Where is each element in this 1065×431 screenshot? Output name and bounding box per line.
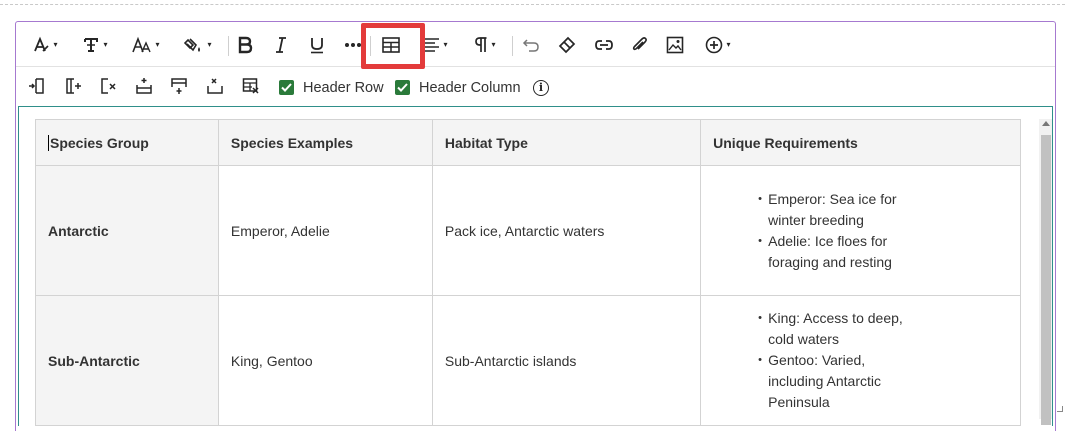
font-type-button[interactable]: ▾ <box>78 33 112 57</box>
resize-handle[interactable] <box>1057 406 1063 412</box>
requirements-list: King: Access to deep, cold waters Gentoo… <box>713 308 1008 413</box>
undo-button[interactable] <box>520 33 542 57</box>
bold-button[interactable] <box>234 33 256 57</box>
delete-row-button[interactable] <box>205 77 225 100</box>
delete-column-icon <box>99 77 117 100</box>
chevron-down-icon: ▾ <box>726 40 731 49</box>
link-button[interactable] <box>593 33 615 57</box>
list-item: Emperor: Sea ice for winter breeding <box>758 189 908 231</box>
chevron-down-icon: ▾ <box>103 40 108 49</box>
table-toolbar: Header Row Header Column i <box>16 68 1055 106</box>
table-button-highlight <box>361 23 425 69</box>
text-style-button[interactable]: ▾ <box>28 33 62 57</box>
table-cell[interactable]: Sub-Antarctic islands <box>431 295 702 426</box>
italic-icon <box>274 36 288 54</box>
table-cell[interactable]: King, Gentoo <box>217 295 433 426</box>
row-header-cell[interactable]: Antarctic <box>35 165 219 296</box>
font-type-icon <box>82 36 100 54</box>
clear-format-button[interactable] <box>556 33 578 57</box>
check-icon <box>281 83 292 92</box>
underline-icon <box>309 36 325 54</box>
table-cell[interactable]: Emperor, Adelie <box>217 165 433 296</box>
delete-row-icon <box>206 77 224 100</box>
insert-column-before-button[interactable] <box>27 77 47 100</box>
text-color-icon <box>184 36 204 54</box>
chevron-down-icon: ▾ <box>491 40 496 49</box>
vertical-scrollbar[interactable] <box>1039 119 1052 425</box>
info-icon[interactable]: i <box>533 80 549 96</box>
delete-table-icon <box>242 77 260 100</box>
image-icon <box>666 36 684 54</box>
header-column-checkbox[interactable] <box>395 80 410 95</box>
insert-column-after-icon <box>64 77 82 100</box>
header-row-checkbox[interactable] <box>279 80 294 95</box>
paragraph-icon <box>474 36 488 54</box>
insert-row-after-icon <box>170 77 188 100</box>
check-icon <box>397 83 408 92</box>
table-header-cell[interactable]: Unique Requirements <box>700 119 1021 166</box>
text-style-icon <box>32 36 50 54</box>
add-content-icon <box>705 36 723 54</box>
chevron-down-icon: ▾ <box>155 40 160 49</box>
list-item: King: Access to deep, cold waters <box>758 308 908 350</box>
attach-button[interactable] <box>628 33 650 57</box>
font-size-button[interactable]: ▾ <box>128 33 164 57</box>
attach-icon <box>631 36 647 54</box>
table-row: Sub-Antarctic King, Gentoo Sub-Antarctic… <box>35 295 1021 426</box>
list-item: Gentoo: Varied, including Antarctic Peni… <box>758 350 908 413</box>
add-content-button[interactable]: ▾ <box>701 33 735 57</box>
requirements-list: Emperor: Sea ice for winter breeding Ade… <box>713 189 1008 273</box>
table-row: Antarctic Emperor, Adelie Pack ice, Anta… <box>35 165 1021 296</box>
more-icon <box>344 42 362 48</box>
chevron-down-icon: ▾ <box>443 40 448 49</box>
toolbar-separator <box>228 36 229 56</box>
underline-button[interactable] <box>306 33 328 57</box>
species-table: Species Group Species Examples Habitat T… <box>35 119 1021 426</box>
scrollbar-thumb[interactable] <box>1041 135 1051 425</box>
insert-column-before-icon <box>28 77 46 100</box>
insert-column-after-button[interactable] <box>63 77 83 100</box>
header-row-label: Header Row <box>303 80 384 96</box>
formatting-toolbar: ▾ ▾ ▾ ▾ ▾ ▾ ▾ <box>16 22 1055 67</box>
eraser-icon <box>558 36 576 54</box>
editor-content-area[interactable]: Species Group Species Examples Habitat T… <box>18 106 1053 426</box>
text-color-button[interactable]: ▾ <box>180 33 216 57</box>
chevron-down-icon: ▾ <box>207 40 212 49</box>
table-header-cell[interactable]: Species Group <box>35 119 219 166</box>
image-button[interactable] <box>664 33 686 57</box>
link-icon <box>595 39 613 51</box>
table-header-cell[interactable]: Habitat Type <box>431 119 702 166</box>
insert-row-before-button[interactable] <box>134 77 154 100</box>
chevron-down-icon: ▾ <box>53 40 58 49</box>
insert-row-before-icon <box>135 77 153 100</box>
scroll-up-arrow-icon[interactable] <box>1042 121 1050 126</box>
row-header-cell[interactable]: Sub-Antarctic <box>35 295 219 426</box>
align-icon <box>424 37 440 53</box>
font-size-icon <box>132 36 152 54</box>
table-header-cell[interactable]: Species Examples <box>217 119 433 166</box>
paragraph-button[interactable]: ▾ <box>468 33 502 57</box>
italic-button[interactable] <box>271 33 291 57</box>
toolbar-separator <box>512 36 513 56</box>
table-cell[interactable]: Pack ice, Antarctic waters <box>431 165 702 296</box>
table-cell[interactable]: Emperor: Sea ice for winter breeding Ade… <box>700 165 1021 296</box>
table-cell[interactable]: King: Access to deep, cold waters Gentoo… <box>700 295 1021 426</box>
text-cursor <box>48 134 49 151</box>
undo-icon <box>522 37 540 53</box>
delete-column-button[interactable] <box>98 77 118 100</box>
delete-table-button[interactable] <box>241 77 261 100</box>
table-header-row: Species Group Species Examples Habitat T… <box>35 119 1021 166</box>
top-divider <box>0 4 1065 5</box>
list-item: Adelie: Ice floes for foraging and resti… <box>758 231 908 273</box>
header-column-label: Header Column <box>419 80 521 96</box>
rich-text-editor: ▾ ▾ ▾ ▾ ▾ ▾ ▾ Header Row Header Column i… <box>15 21 1056 431</box>
insert-row-after-button[interactable] <box>169 77 189 100</box>
bold-icon <box>237 36 253 54</box>
